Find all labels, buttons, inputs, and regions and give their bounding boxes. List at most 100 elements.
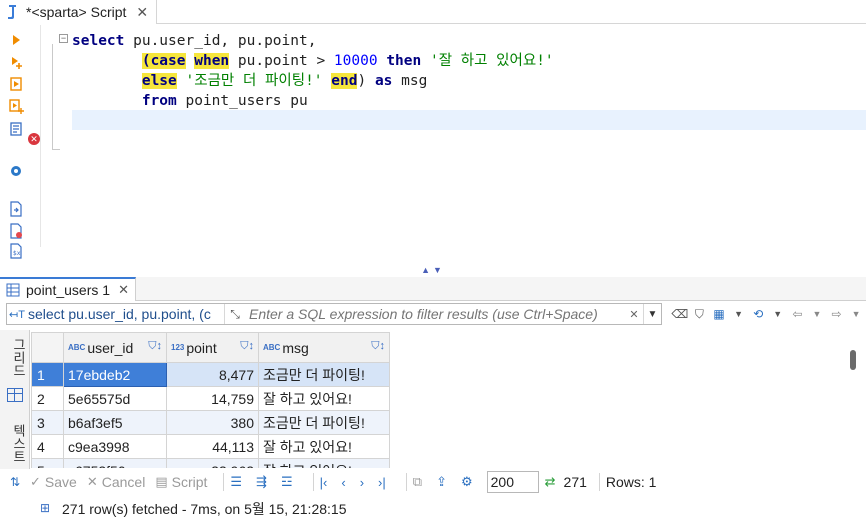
column-header-user-id[interactable]: ABC user_id ⛉↕ bbox=[63, 332, 167, 363]
code-token: else bbox=[141, 73, 177, 89]
code-line[interactable]: else '조금만 더 파이팅!' end) as msg bbox=[72, 71, 554, 91]
close-icon[interactable]: ✕ bbox=[136, 4, 148, 21]
cell-msg[interactable]: 조금만 더 파이팅! bbox=[258, 410, 390, 435]
script-label: Script bbox=[171, 474, 208, 490]
clear-filter-icon[interactable]: ✕ bbox=[625, 305, 643, 323]
toolbar-separator bbox=[405, 473, 407, 491]
results-tab[interactable]: point_users 1 ✕ bbox=[0, 277, 136, 301]
row-number[interactable]: 5 bbox=[31, 458, 64, 468]
cancel-label: Cancel bbox=[101, 474, 146, 490]
script-button[interactable]: ▤ Script bbox=[155, 474, 207, 490]
sql-editor[interactable]: select pu.user_id, pu.point, (case when … bbox=[72, 31, 554, 111]
cell-point[interactable]: 8,477 bbox=[166, 362, 259, 387]
filter-history-dropdown[interactable]: ▼ bbox=[643, 304, 661, 324]
code-token: point_users pu bbox=[176, 93, 308, 109]
filter-query-source[interactable]: ↤T select pu.user_id, pu.point, (c bbox=[7, 304, 225, 324]
link-dropdown-icon[interactable]: ▼ bbox=[768, 304, 788, 324]
expand-filter-icon[interactable]: ⤡ bbox=[225, 307, 245, 322]
row-number[interactable]: 2 bbox=[31, 386, 64, 411]
string-type-icon: ABC bbox=[263, 342, 281, 352]
execute-statement-icon[interactable] bbox=[8, 32, 24, 48]
prev-page-button[interactable]: ‹ bbox=[341, 475, 349, 490]
row-number[interactable]: 1 bbox=[31, 362, 64, 387]
column-header-point[interactable]: 123 point ⛉↕ bbox=[166, 332, 259, 363]
code-line[interactable]: from point_users pu bbox=[72, 91, 554, 111]
text-view-tab[interactable]: 텍스트 bbox=[4, 424, 26, 463]
cell-user-id[interactable]: c6753f50 bbox=[63, 458, 167, 468]
results-grid[interactable]: ABC user_id ⛉↕ 123 point ⛉↕ ABC msg ⛉↕ 1… bbox=[31, 332, 851, 468]
editor-tab-script[interactable]: *<sparta> Script ✕ bbox=[0, 0, 158, 24]
cell-msg[interactable]: 잘 하고 있어요! bbox=[258, 458, 390, 468]
add-row-button[interactable]: ☰ bbox=[230, 474, 246, 490]
copy-row-button[interactable]: ⇶ bbox=[256, 474, 271, 490]
status-table-icon: ⊞ bbox=[40, 501, 51, 515]
table-row[interactable]: 2 5e65575d 14,759 잘 하고 있어요! bbox=[31, 386, 390, 411]
sort-filter-icon[interactable]: ⛉↕ bbox=[240, 340, 254, 353]
save-button[interactable]: ✓ Save bbox=[30, 474, 77, 490]
cell-point[interactable]: 44,113 bbox=[166, 434, 259, 459]
table-row[interactable]: 5 c6753f50 23,962 잘 하고 있어요! bbox=[31, 458, 390, 468]
cell-msg[interactable]: 조금만 더 파이팅! bbox=[258, 362, 390, 387]
table-row[interactable]: 1 17ebdeb2 8,477 조금만 더 파이팅! bbox=[31, 362, 390, 387]
sort-filter-icon[interactable]: ⛉↕ bbox=[148, 340, 162, 353]
export-button[interactable]: ⇪ bbox=[436, 474, 451, 490]
first-page-button[interactable]: |‹ bbox=[320, 475, 332, 490]
cell-point[interactable]: 14,759 bbox=[166, 386, 259, 411]
sort-filter-icon[interactable]: ⛉↕ bbox=[371, 340, 385, 353]
check-icon: ✓ bbox=[30, 474, 41, 489]
cell-msg[interactable]: 잘 하고 있어요! bbox=[258, 434, 390, 459]
grid-view-tab[interactable]: 그리드 bbox=[4, 338, 26, 377]
cell-user-id[interactable]: c9ea3998 bbox=[63, 434, 167, 459]
fetch-size-input[interactable] bbox=[486, 471, 539, 493]
cell-user-id[interactable]: 17ebdeb2 bbox=[63, 362, 167, 387]
cell-point[interactable]: 23,962 bbox=[166, 458, 259, 468]
cancel-button[interactable]: ✕ Cancel bbox=[87, 474, 146, 490]
cell-user-id[interactable]: 5e65575d bbox=[63, 386, 167, 411]
vertical-scrollbar-thumb[interactable] bbox=[850, 350, 856, 370]
cell-point[interactable]: 380 bbox=[166, 410, 259, 435]
explain-plan-icon[interactable] bbox=[8, 121, 24, 137]
delete-row-button[interactable]: ☲ bbox=[281, 474, 297, 490]
row-number[interactable]: 4 bbox=[31, 434, 64, 459]
filter-input[interactable] bbox=[245, 304, 625, 324]
link-icon[interactable]: ⟲ bbox=[748, 304, 768, 324]
close-icon[interactable]: ✕ bbox=[118, 282, 129, 298]
filter-settings-icon[interactable]: ⛉ bbox=[690, 304, 710, 324]
execute-in-new-tab-icon[interactable] bbox=[8, 54, 24, 70]
table-row[interactable]: 4 c9ea3998 44,113 잘 하고 있어요! bbox=[31, 434, 390, 459]
panel-resize-handle[interactable]: ▲▼ bbox=[0, 263, 866, 277]
filter-dropdown-icon[interactable]: ▼ bbox=[729, 304, 749, 324]
grid-icon[interactable] bbox=[7, 388, 23, 402]
forward-dropdown-icon[interactable]: ▼ bbox=[846, 304, 866, 324]
delete-row-icon: ☲ bbox=[280, 474, 293, 489]
save-filter-icon[interactable]: ▦ bbox=[709, 304, 729, 324]
back-icon[interactable]: ⇦ bbox=[788, 304, 808, 324]
refresh-button[interactable]: ⇄ bbox=[545, 474, 560, 490]
last-page-button[interactable]: ›| bbox=[378, 475, 390, 490]
cell-msg[interactable]: 잘 하고 있어요! bbox=[258, 386, 390, 411]
next-page-button[interactable]: › bbox=[360, 475, 368, 490]
eraser-icon[interactable]: ⌫ bbox=[670, 304, 690, 324]
fetch-settings-button[interactable]: ⚙ bbox=[461, 474, 477, 490]
gear-icon[interactable] bbox=[8, 163, 24, 179]
results-tab-bar: point_users 1 ✕ bbox=[0, 277, 866, 301]
column-header-msg[interactable]: ABC msg ⛉↕ bbox=[258, 332, 390, 363]
forward-icon[interactable]: ⇨ bbox=[827, 304, 847, 324]
execute-script-icon[interactable] bbox=[8, 76, 24, 92]
row-number[interactable]: 3 bbox=[31, 410, 64, 435]
code-line[interactable]: (case when pu.point > 10000 then '잘 하고 있… bbox=[72, 51, 554, 71]
variables-icon[interactable]: $x bbox=[8, 243, 24, 259]
export-script-icon[interactable] bbox=[8, 201, 24, 217]
cell-user-id[interactable]: b6af3ef5 bbox=[63, 410, 167, 435]
execute-script-new-tab-icon[interactable] bbox=[8, 98, 24, 114]
copy-row-icon: ⇶ bbox=[256, 474, 267, 489]
error-icon[interactable]: ✕ bbox=[28, 133, 40, 145]
code-line[interactable]: select pu.user_id, pu.point, bbox=[72, 31, 554, 51]
panels-button[interactable]: ⧉ bbox=[413, 474, 426, 490]
fold-collapse-icon[interactable]: − bbox=[59, 34, 68, 43]
table-row[interactable]: 3 b6af3ef5 380 조금만 더 파이팅! bbox=[31, 410, 390, 435]
back-dropdown-icon[interactable]: ▼ bbox=[807, 304, 827, 324]
load-script-icon[interactable] bbox=[8, 223, 24, 239]
edit-mode-icon[interactable]: ⇅ bbox=[0, 475, 30, 489]
